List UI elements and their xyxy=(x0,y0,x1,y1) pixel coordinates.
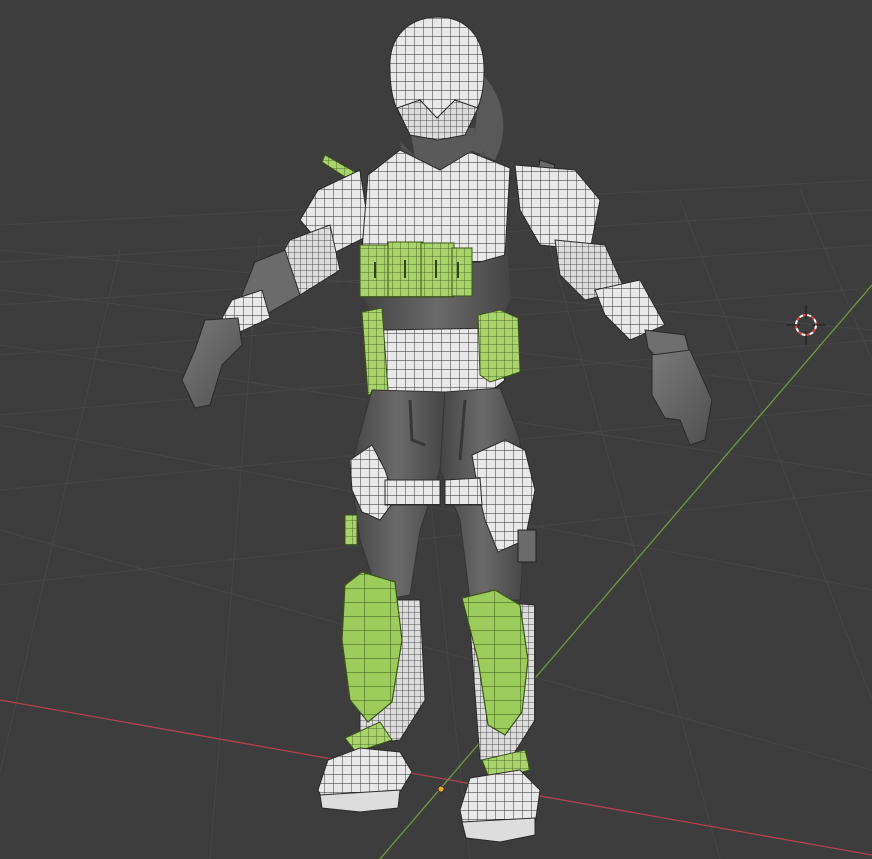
right-shin-guard xyxy=(461,589,529,736)
origin-dot-icon xyxy=(437,785,445,793)
x-axis-line xyxy=(0,699,872,856)
character-model xyxy=(181,16,713,843)
belt-pouch-right xyxy=(477,309,521,383)
viewport-canvas xyxy=(0,16,872,859)
ammo-pouches-selected xyxy=(359,241,473,298)
left-shin-guard xyxy=(341,571,403,723)
3d-cursor-icon xyxy=(786,305,826,345)
3d-viewport[interactable] xyxy=(0,0,872,859)
right-glove xyxy=(651,349,713,446)
right-upper-arm xyxy=(514,164,601,251)
